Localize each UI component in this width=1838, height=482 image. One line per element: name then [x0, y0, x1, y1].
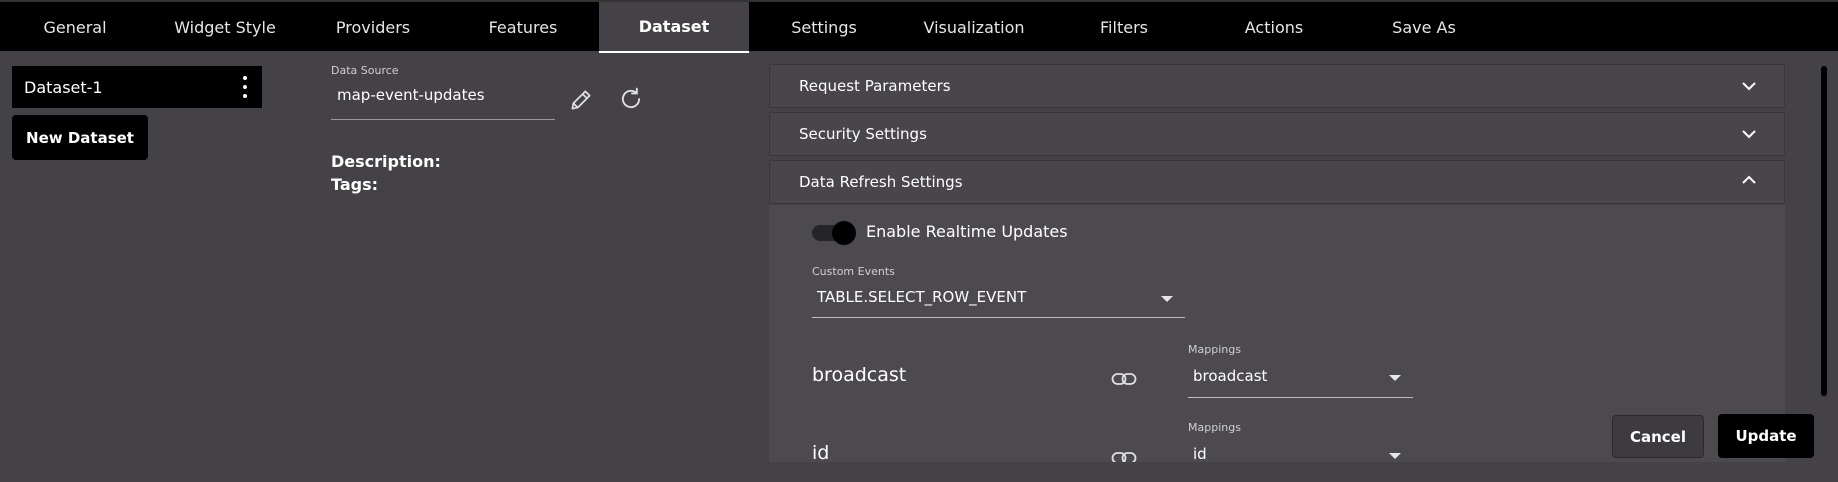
- custom-events-select[interactable]: TABLE.SELECT_ROW_EVENT: [812, 278, 1185, 318]
- bottom-strip: [0, 462, 1838, 482]
- data-source-label: Data Source: [331, 64, 399, 77]
- dataset-list-item[interactable]: Dataset-1: [12, 66, 262, 108]
- custom-events-label: Custom Events: [812, 265, 895, 278]
- scrollbar-thumb[interactable]: [1821, 66, 1827, 396]
- mapping-value: id: [1193, 445, 1207, 462]
- tab-settings[interactable]: Settings: [749, 2, 899, 53]
- tab-filters[interactable]: Filters: [1049, 2, 1199, 53]
- accordion-security-settings[interactable]: Security Settings: [769, 112, 1785, 156]
- accordion-data-refresh-settings[interactable]: Data Refresh Settings: [769, 160, 1785, 204]
- new-dataset-button[interactable]: New Dataset: [12, 115, 148, 160]
- accordion-title: Security Settings: [799, 125, 927, 143]
- cancel-button[interactable]: Cancel: [1612, 415, 1704, 458]
- tab-widget-style[interactable]: Widget Style: [150, 2, 300, 53]
- mapping-value: broadcast: [1193, 367, 1268, 385]
- dropdown-caret-icon: [1161, 296, 1173, 302]
- link-icon[interactable]: [1111, 450, 1137, 462]
- description-label: Description:: [331, 152, 441, 171]
- edit-pencil-icon[interactable]: [566, 85, 596, 115]
- tab-dataset[interactable]: Dataset: [599, 2, 749, 53]
- accordion-request-parameters[interactable]: Request Parameters: [769, 64, 1785, 108]
- accordion-title: Data Refresh Settings: [799, 173, 963, 191]
- dropdown-caret-icon: [1389, 375, 1401, 381]
- dataset-item-label: Dataset-1: [24, 77, 103, 97]
- chevron-down-icon: [1740, 79, 1758, 97]
- toggle-knob: [832, 221, 856, 245]
- tab-general[interactable]: General: [0, 2, 150, 53]
- chevron-up-icon: [1740, 173, 1758, 191]
- realtime-label: Enable Realtime Updates: [866, 222, 1068, 241]
- mapping-select[interactable]: id: [1188, 435, 1413, 462]
- dropdown-caret-icon: [1389, 453, 1401, 459]
- chevron-down-icon: [1740, 127, 1758, 145]
- mappings-label: Mappings: [1188, 343, 1241, 356]
- realtime-toggle[interactable]: [812, 221, 858, 245]
- tab-visualization[interactable]: Visualization: [899, 2, 1049, 53]
- tags-label: Tags:: [331, 175, 379, 194]
- tab-actions[interactable]: Actions: [1199, 2, 1349, 53]
- tab-save-as[interactable]: Save As: [1349, 2, 1499, 53]
- mapping-select[interactable]: broadcast: [1188, 357, 1413, 398]
- data-source-field[interactable]: map-event-updates: [331, 80, 555, 120]
- accordion-title: Request Parameters: [799, 77, 951, 95]
- mappings-label: Mappings: [1188, 421, 1241, 434]
- tab-features[interactable]: Features: [448, 2, 598, 53]
- tab-bar: General Widget Style Providers Features …: [0, 0, 1838, 53]
- mapping-field-name: broadcast: [812, 364, 907, 386]
- more-options-icon[interactable]: [242, 76, 248, 98]
- custom-events-value: TABLE.SELECT_ROW_EVENT: [817, 288, 1027, 306]
- update-button[interactable]: Update: [1718, 414, 1814, 458]
- mapping-field-name: id: [812, 442, 830, 462]
- refresh-icon[interactable]: [616, 84, 646, 114]
- link-icon[interactable]: [1111, 371, 1137, 385]
- tab-providers[interactable]: Providers: [298, 2, 448, 53]
